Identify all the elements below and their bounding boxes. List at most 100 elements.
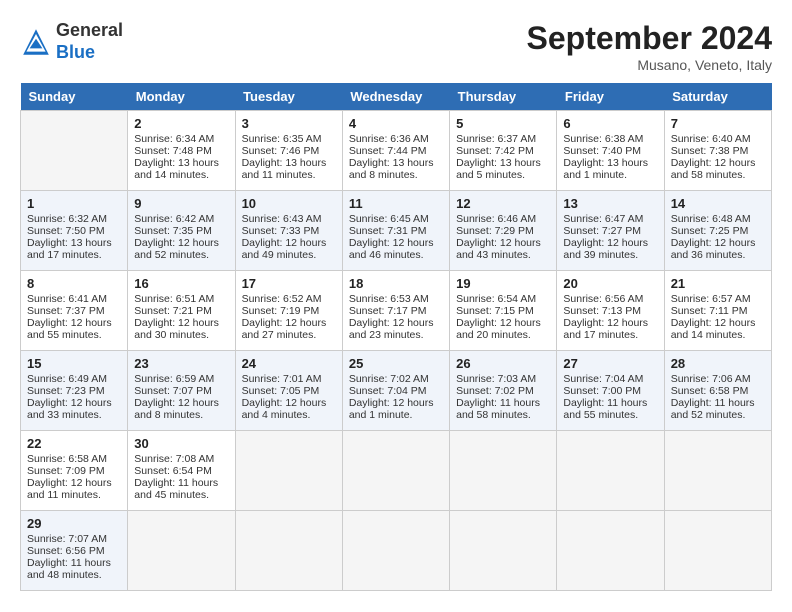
- daylight-text: Daylight: 12 hours and 8 minutes.: [134, 397, 219, 421]
- sunrise-text: Sunrise: 6:45 AM: [349, 213, 429, 225]
- sunset-text: Sunset: 7:29 PM: [456, 225, 534, 237]
- calendar-day-cell: 5Sunrise: 6:37 AMSunset: 7:42 PMDaylight…: [450, 111, 557, 191]
- daylight-text: Daylight: 12 hours and 49 minutes.: [242, 237, 327, 261]
- sunrise-text: Sunrise: 7:01 AM: [242, 373, 322, 385]
- sunset-text: Sunset: 7:25 PM: [671, 225, 749, 237]
- sunrise-text: Sunrise: 7:04 AM: [563, 373, 643, 385]
- sunrise-text: Sunrise: 6:58 AM: [27, 453, 107, 465]
- sunset-text: Sunset: 7:48 PM: [134, 145, 212, 157]
- daylight-text: Daylight: 12 hours and 52 minutes.: [134, 237, 219, 261]
- calendar-day-cell: 29Sunrise: 7:07 AMSunset: 6:56 PMDayligh…: [21, 511, 128, 591]
- calendar-day-cell: 12Sunrise: 6:46 AMSunset: 7:29 PMDayligh…: [450, 191, 557, 271]
- empty-cell: [342, 431, 449, 511]
- sunset-text: Sunset: 7:11 PM: [671, 305, 748, 317]
- sunset-text: Sunset: 7:04 PM: [349, 385, 427, 397]
- sunset-text: Sunset: 7:33 PM: [242, 225, 320, 237]
- col-monday: Monday: [128, 83, 235, 111]
- empty-cell: [557, 431, 664, 511]
- sunset-text: Sunset: 7:05 PM: [242, 385, 320, 397]
- sunset-text: Sunset: 7:46 PM: [242, 145, 320, 157]
- location-label: Musano, Veneto, Italy: [527, 57, 772, 73]
- sunset-text: Sunset: 7:09 PM: [27, 465, 105, 477]
- day-number: 19: [456, 276, 550, 291]
- day-number: 11: [349, 196, 443, 211]
- calendar-day-cell: 19Sunrise: 6:54 AMSunset: 7:15 PMDayligh…: [450, 271, 557, 351]
- empty-cell: [235, 511, 342, 591]
- sunrise-text: Sunrise: 7:03 AM: [456, 373, 536, 385]
- daylight-text: Daylight: 11 hours and 52 minutes.: [671, 397, 755, 421]
- daylight-text: Daylight: 12 hours and 11 minutes.: [27, 477, 112, 501]
- sunrise-text: Sunrise: 6:57 AM: [671, 293, 751, 305]
- page-header: General Blue September 2024 Musano, Vene…: [20, 20, 772, 73]
- daylight-text: Daylight: 12 hours and 36 minutes.: [671, 237, 756, 261]
- month-title: September 2024: [527, 20, 772, 57]
- empty-cell: [450, 431, 557, 511]
- empty-cell: [21, 111, 128, 191]
- day-number: 5: [456, 116, 550, 131]
- sunset-text: Sunset: 7:02 PM: [456, 385, 534, 397]
- col-saturday: Saturday: [664, 83, 771, 111]
- calendar-day-cell: 10Sunrise: 6:43 AMSunset: 7:33 PMDayligh…: [235, 191, 342, 271]
- calendar-week-row: 29Sunrise: 7:07 AMSunset: 6:56 PMDayligh…: [21, 511, 772, 591]
- sunrise-text: Sunrise: 7:06 AM: [671, 373, 751, 385]
- calendar-day-cell: 2Sunrise: 6:34 AMSunset: 7:48 PMDaylight…: [128, 111, 235, 191]
- calendar-week-row: 2Sunrise: 6:34 AMSunset: 7:48 PMDaylight…: [21, 111, 772, 191]
- calendar-day-cell: 7Sunrise: 6:40 AMSunset: 7:38 PMDaylight…: [664, 111, 771, 191]
- daylight-text: Daylight: 11 hours and 58 minutes.: [456, 397, 540, 421]
- sunrise-text: Sunrise: 6:42 AM: [134, 213, 214, 225]
- logo-blue-text: Blue: [56, 42, 95, 62]
- sunset-text: Sunset: 7:13 PM: [563, 305, 641, 317]
- day-number: 22: [27, 436, 121, 451]
- calendar-day-cell: 13Sunrise: 6:47 AMSunset: 7:27 PMDayligh…: [557, 191, 664, 271]
- calendar-day-cell: 8Sunrise: 6:41 AMSunset: 7:37 PMDaylight…: [21, 271, 128, 351]
- sunset-text: Sunset: 7:42 PM: [456, 145, 534, 157]
- daylight-text: Daylight: 13 hours and 1 minute.: [563, 157, 648, 181]
- sunset-text: Sunset: 7:23 PM: [27, 385, 105, 397]
- sunrise-text: Sunrise: 6:48 AM: [671, 213, 751, 225]
- sunrise-text: Sunrise: 6:36 AM: [349, 133, 429, 145]
- col-friday: Friday: [557, 83, 664, 111]
- sunset-text: Sunset: 7:17 PM: [349, 305, 427, 317]
- day-number: 24: [242, 356, 336, 371]
- day-number: 27: [563, 356, 657, 371]
- day-number: 3: [242, 116, 336, 131]
- daylight-text: Daylight: 12 hours and 30 minutes.: [134, 317, 219, 341]
- daylight-text: Daylight: 12 hours and 1 minute.: [349, 397, 434, 421]
- col-tuesday: Tuesday: [235, 83, 342, 111]
- daylight-text: Daylight: 13 hours and 17 minutes.: [27, 237, 112, 261]
- daylight-text: Daylight: 12 hours and 4 minutes.: [242, 397, 327, 421]
- sunrise-text: Sunrise: 6:40 AM: [671, 133, 751, 145]
- sunset-text: Sunset: 6:56 PM: [27, 545, 105, 557]
- day-number: 29: [27, 516, 121, 531]
- sunrise-text: Sunrise: 6:38 AM: [563, 133, 643, 145]
- sunset-text: Sunset: 7:00 PM: [563, 385, 641, 397]
- day-number: 14: [671, 196, 765, 211]
- empty-cell: [557, 511, 664, 591]
- daylight-text: Daylight: 13 hours and 8 minutes.: [349, 157, 434, 181]
- day-number: 25: [349, 356, 443, 371]
- sunrise-text: Sunrise: 6:53 AM: [349, 293, 429, 305]
- calendar-week-row: 8Sunrise: 6:41 AMSunset: 7:37 PMDaylight…: [21, 271, 772, 351]
- sunrise-text: Sunrise: 6:47 AM: [563, 213, 643, 225]
- day-number: 8: [27, 276, 121, 291]
- sunrise-text: Sunrise: 7:08 AM: [134, 453, 214, 465]
- day-number: 6: [563, 116, 657, 131]
- calendar-week-row: 22 Sunrise: 6:58 AMSunset: 7:09 PMDayligh…: [21, 431, 772, 511]
- sunrise-text: Sunrise: 6:52 AM: [242, 293, 322, 305]
- sunset-text: Sunset: 7:07 PM: [134, 385, 212, 397]
- sunset-text: Sunset: 6:54 PM: [134, 465, 212, 477]
- day-number: 26: [456, 356, 550, 371]
- day-number: 23: [134, 356, 228, 371]
- day-number: 18: [349, 276, 443, 291]
- calendar-day-cell: 14 Sunrise: 6:48 AMSunset: 7:25 PMDayligh…: [664, 191, 771, 271]
- sunrise-text: Sunrise: 6:54 AM: [456, 293, 536, 305]
- sunset-text: Sunset: 7:40 PM: [563, 145, 641, 157]
- sunrise-text: Sunrise: 7:07 AM: [27, 533, 107, 545]
- empty-cell: [235, 431, 342, 511]
- calendar-day-cell: 24 Sunrise: 7:01 AMSunset: 7:05 PMDayligh…: [235, 351, 342, 431]
- daylight-text: Daylight: 12 hours and 14 minutes.: [671, 317, 756, 341]
- day-number: 1: [27, 196, 121, 211]
- sunrise-text: Sunrise: 6:46 AM: [456, 213, 536, 225]
- day-number: 10: [242, 196, 336, 211]
- calendar-table: Sunday Monday Tuesday Wednesday Thursday…: [20, 83, 772, 591]
